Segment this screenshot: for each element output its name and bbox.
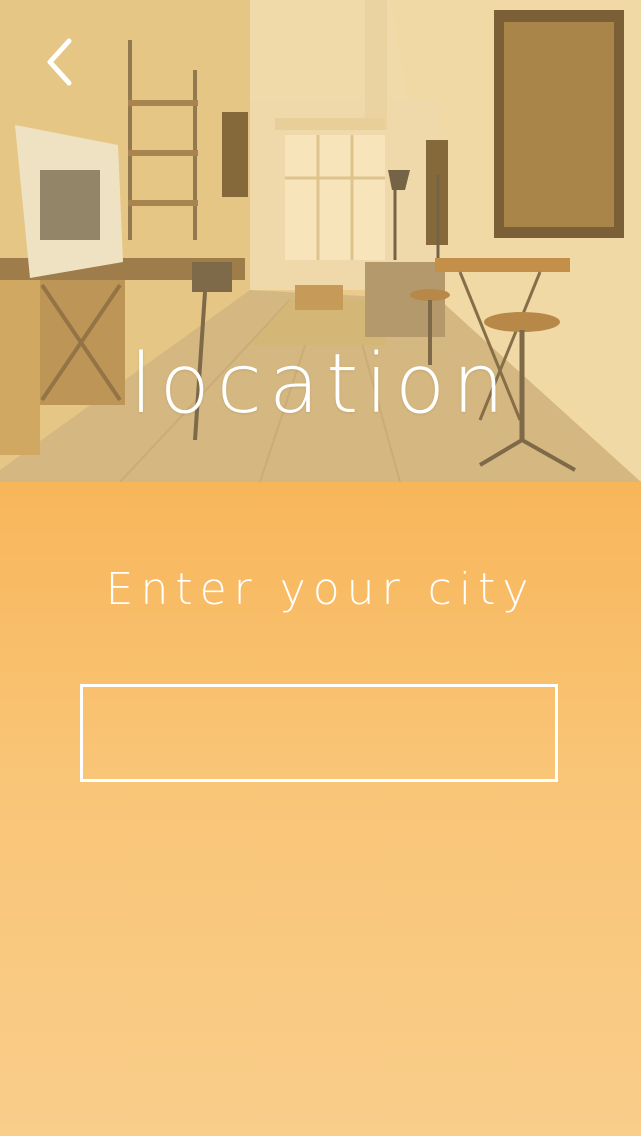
hero-photo: location	[0, 0, 641, 482]
back-button[interactable]	[32, 30, 88, 94]
city-input[interactable]	[80, 684, 558, 782]
location-form: Enter your city	[0, 482, 641, 1136]
chevron-left-icon	[47, 38, 72, 86]
page-title: location	[129, 337, 512, 432]
city-prompt-label: Enter your city	[105, 564, 536, 615]
